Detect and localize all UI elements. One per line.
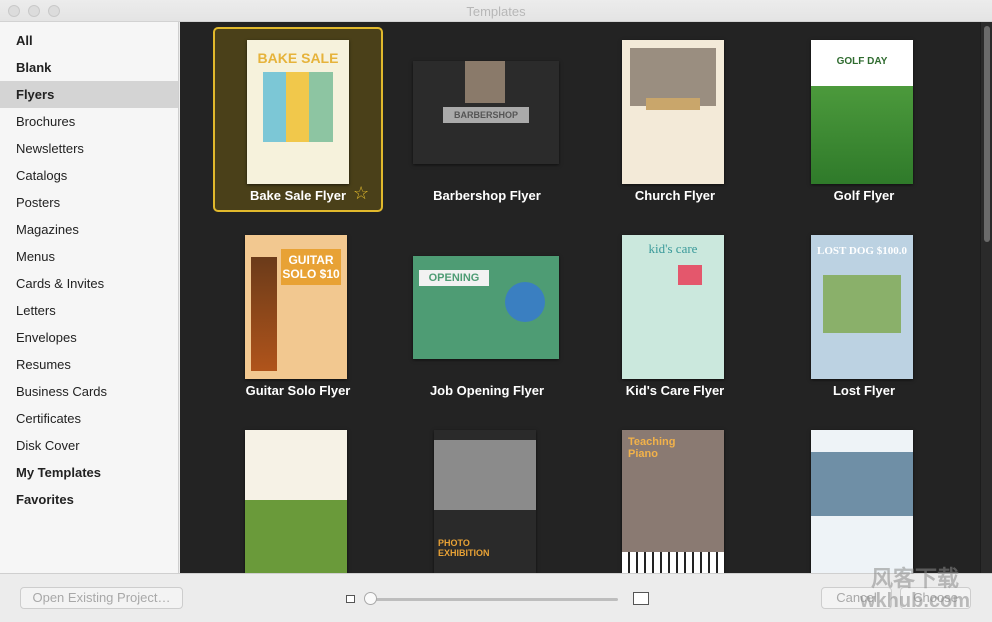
template-thumbnail: LOST DOG $100.0 — [811, 235, 913, 379]
scrollbar-thumb[interactable] — [984, 26, 990, 242]
thumbnail-heading: OPENING — [419, 270, 489, 286]
favorite-star-icon[interactable]: ☆ — [353, 184, 369, 202]
template-thumbnail: BARBERSHOP — [413, 61, 559, 164]
template-name: Barbershop Flyer — [433, 188, 541, 203]
template-name: Job Opening Flyer — [429, 383, 545, 398]
thumbnail-heading: kid's care — [648, 241, 698, 256]
template-name: Guitar Solo Flyer — [245, 383, 351, 398]
template-thumbnail: Teaching Piano — [622, 430, 724, 573]
thumbnail-dog-photo — [823, 275, 901, 333]
thumbnail-artwork — [434, 440, 536, 510]
thumbnail-size-slider[interactable] — [370, 598, 618, 601]
sidebar-item-blank[interactable]: Blank — [0, 54, 178, 81]
bottom-bar: Open Existing Project… Cancel Choose — [0, 573, 992, 622]
template-thumbnail: BAKE SALE — [247, 40, 349, 184]
sidebar-item-business-cards[interactable]: Business Cards — [0, 378, 178, 405]
thumbnail-artwork — [263, 72, 333, 142]
sidebar-item-envelopes[interactable]: Envelopes — [0, 324, 178, 351]
thumbnail-heading: GUITAR SOLO $10 — [281, 249, 341, 285]
sidebar-item-flyers[interactable]: Flyers — [0, 81, 178, 108]
thumbnail-heading: LOST DOG $100.0 — [817, 245, 907, 257]
thumbnail-artwork — [811, 452, 913, 516]
thumbnail-artwork — [811, 86, 913, 184]
vertical-scrollbar[interactable] — [980, 22, 992, 573]
template-tile-real-estate[interactable] — [779, 418, 949, 573]
template-thumbnail: kid's care — [622, 235, 724, 379]
thumbnail-artwork — [678, 265, 702, 285]
template-tile-nursery[interactable] — [213, 418, 383, 573]
thumbnail-scroll — [646, 98, 700, 110]
template-thumbnail: GOLF DAY — [811, 40, 913, 184]
sidebar-item-favorites[interactable]: Favorites — [0, 486, 178, 513]
template-tile-guitar-solo[interactable]: GUITAR SOLO $10 Guitar Solo Flyer — [213, 222, 383, 407]
template-thumbnail — [622, 40, 724, 184]
sidebar-item-letters[interactable]: Letters — [0, 297, 178, 324]
title-bar: Templates — [0, 0, 992, 22]
sidebar-item-menus[interactable]: Menus — [0, 243, 178, 270]
sidebar-item-cards-invites[interactable]: Cards & Invites — [0, 270, 178, 297]
sidebar-item-catalogs[interactable]: Catalogs — [0, 162, 178, 189]
sidebar-item-magazines[interactable]: Magazines — [0, 216, 178, 243]
watermark-line-1: 风客下载 — [870, 566, 959, 591]
thumbnail-artwork — [245, 500, 347, 573]
template-tile-lost[interactable]: LOST DOG $100.0 Lost Flyer — [779, 222, 949, 407]
template-tile-kids-care[interactable]: kid's care Kid's Care Flyer — [590, 222, 760, 407]
template-thumbnail: OPENING — [413, 256, 559, 359]
template-tile-church[interactable]: Church Flyer — [590, 27, 760, 212]
slider-knob[interactable] — [364, 592, 377, 605]
small-thumbnail-icon[interactable] — [346, 595, 355, 603]
sidebar-item-disk-cover[interactable]: Disk Cover — [0, 432, 178, 459]
watermark: 风客下载 wkhub.com — [859, 566, 970, 613]
template-tile-teaching-piano[interactable]: Teaching Piano — [590, 418, 760, 573]
sidebar-item-resumes[interactable]: Resumes — [0, 351, 178, 378]
open-existing-project-button[interactable]: Open Existing Project… — [20, 587, 183, 609]
template-thumbnail — [245, 430, 347, 573]
window-title: Templates — [466, 4, 526, 19]
sidebar-item-certificates[interactable]: Certificates — [0, 405, 178, 432]
thumbnail-heading: GOLF DAY — [836, 56, 888, 67]
watermark-line-2: wkhub.com — [859, 590, 970, 612]
template-name: Church Flyer — [634, 188, 716, 203]
template-name: Kid's Care Flyer — [625, 383, 725, 398]
globe-icon — [505, 282, 545, 322]
thumbnail-artwork — [465, 61, 505, 103]
sidebar-item-newsletters[interactable]: Newsletters — [0, 135, 178, 162]
templates-window: Templates All Blank Flyers Brochures New… — [0, 0, 992, 622]
template-thumbnail: PHOTO EXHIBITION — [434, 430, 536, 573]
piano-keys — [622, 552, 724, 573]
template-tile-photo-exhibition[interactable]: PHOTO EXHIBITION — [402, 418, 572, 573]
sidebar-item-my-templates[interactable]: My Templates — [0, 459, 178, 486]
thumbnail-heading: Teaching Piano — [628, 436, 676, 460]
template-name: Golf Flyer — [833, 188, 895, 203]
thumbnail-heading: BAKE SALE — [257, 50, 339, 66]
template-grid: BAKE SALE Bake Sale Flyer ☆ BARBERSHOP B… — [180, 22, 980, 573]
template-tile-barbershop[interactable]: BARBERSHOP Barbershop Flyer — [402, 27, 572, 212]
sidebar-item-posters[interactable]: Posters — [0, 189, 178, 216]
sidebar-item-brochures[interactable]: Brochures — [0, 108, 178, 135]
template-thumbnail — [811, 430, 913, 573]
thumbnail-heading: BARBERSHOP — [443, 107, 529, 123]
sidebar-item-all[interactable]: All — [0, 27, 178, 54]
template-name: Lost Flyer — [832, 383, 896, 398]
large-thumbnail-icon[interactable] — [633, 592, 649, 605]
template-tile-bake-sale[interactable]: BAKE SALE Bake Sale Flyer ☆ — [213, 27, 383, 212]
template-tile-golf[interactable]: GOLF DAY Golf Flyer — [779, 27, 949, 212]
thumbnail-heading: PHOTO EXHIBITION — [438, 538, 490, 558]
category-sidebar: All Blank Flyers Brochures Newsletters C… — [0, 22, 179, 573]
thumbnail-guitar — [251, 257, 277, 371]
template-tile-job-opening[interactable]: OPENING Job Opening Flyer — [402, 222, 572, 407]
template-thumbnail: GUITAR SOLO $10 — [245, 235, 347, 379]
